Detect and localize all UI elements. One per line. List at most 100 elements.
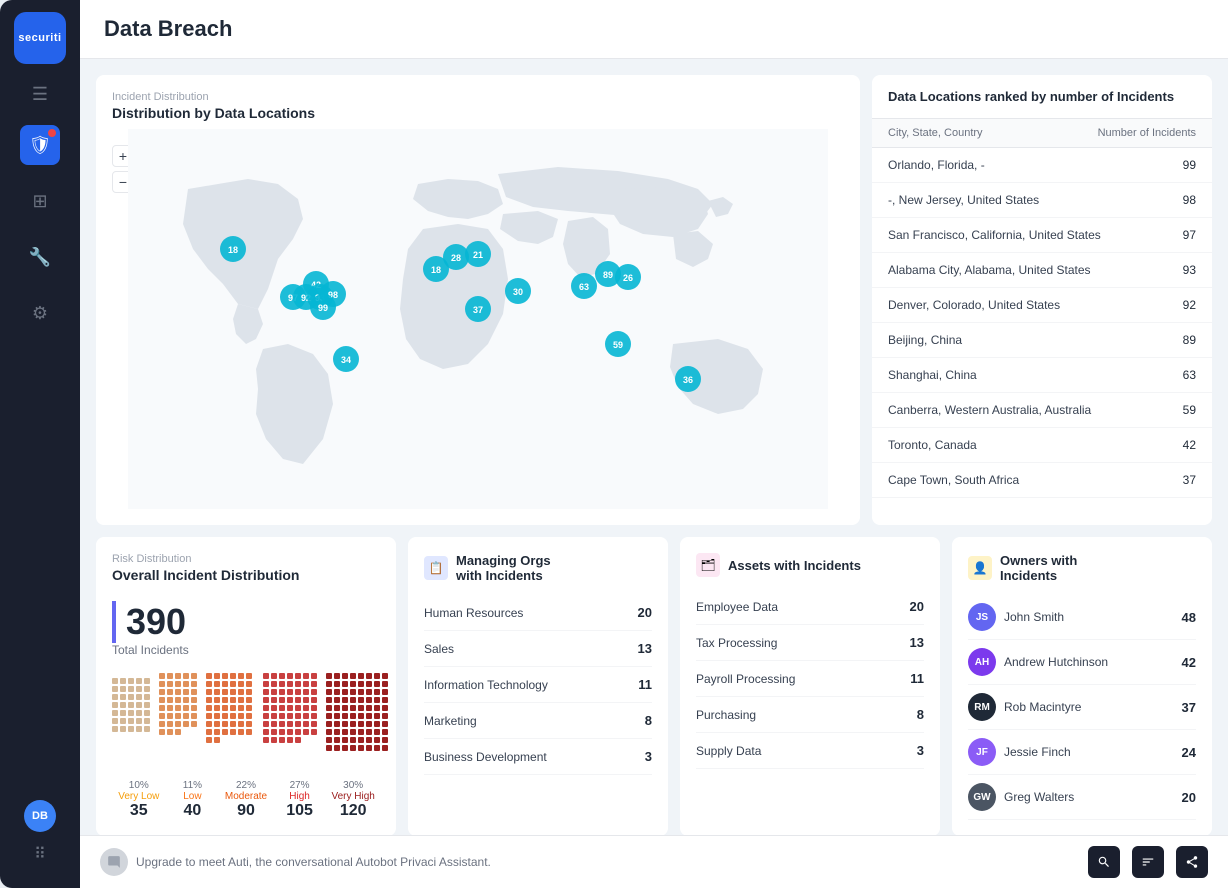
tools-icon: 🔧 [29, 247, 51, 268]
risk-card: Risk Distribution Overall Incident Distr… [96, 537, 396, 835]
nav-badge [48, 129, 56, 137]
menu-icon[interactable]: ☰ [32, 84, 48, 105]
search-button[interactable] [1088, 846, 1120, 878]
svg-text:59: 59 [613, 340, 623, 350]
map-pin-99[interactable]: 99 [310, 294, 336, 320]
sidebar-item-shield[interactable]: 🛡 [20, 125, 60, 165]
risk-label-high: 27% High 105 [273, 780, 327, 820]
risk-label-very-low: 10% Very Low 35 [112, 780, 166, 820]
shield-icon: 🛡 [29, 135, 52, 156]
list-item[interactable]: Alabama City, Alabama, United States 93 [872, 253, 1212, 288]
list-item[interactable]: Supply Data 3 [696, 733, 924, 769]
dots-low [159, 673, 203, 768]
orgs-title: Managing Orgswith Incidents [456, 553, 551, 583]
share-button[interactable] [1176, 846, 1208, 878]
owner-name: Rob Macintyre [1004, 700, 1081, 714]
owner-row[interactable]: JF Jessie Finch 24 [968, 730, 1196, 775]
map-pin-36[interactable]: 36 [675, 366, 701, 392]
owner-avatar: JS [968, 603, 996, 631]
owner-row[interactable]: GW Greg Walters 20 [968, 775, 1196, 820]
owner-row[interactable]: AH Andrew Hutchinson 42 [968, 640, 1196, 685]
list-item[interactable]: Orlando, Florida, - 99 [872, 148, 1212, 183]
owner-name: Andrew Hutchinson [1004, 655, 1108, 669]
data-locations-card: Data Locations ranked by number of Incid… [872, 75, 1212, 525]
list-item[interactable]: Cape Town, South Africa 37 [872, 463, 1212, 498]
owner-name: Greg Walters [1004, 790, 1074, 804]
owner-row[interactable]: JS John Smith 48 [968, 595, 1196, 640]
map-title: Distribution by Data Locations [112, 105, 844, 121]
user-avatar[interactable]: DB [24, 800, 56, 832]
list-item[interactable]: Business Development 3 [424, 739, 652, 775]
svg-text:34: 34 [341, 355, 351, 365]
map-pin-26[interactable]: 26 [615, 264, 641, 290]
owner-name: John Smith [1004, 610, 1064, 624]
chat-icon [100, 848, 128, 876]
list-item[interactable]: Employee Data 20 [696, 589, 924, 625]
map-container: 18 42 97 [112, 129, 844, 509]
col-city: City, State, Country [888, 127, 983, 139]
svg-text:18: 18 [228, 245, 238, 255]
chat-bubble: Upgrade to meet Auti, the conversational… [100, 848, 491, 876]
map-pin-30[interactable]: 30 [505, 278, 531, 304]
apps-icon[interactable]: ⠿ [34, 844, 46, 864]
list-item[interactable]: Purchasing 8 [696, 697, 924, 733]
risk-label-low: 11% Low 40 [166, 780, 220, 820]
settings-icon: ⚙ [32, 303, 48, 324]
list-item[interactable]: Canberra, Western Australia, Australia 5… [872, 393, 1212, 428]
list-item[interactable]: -, New Jersey, United States 98 [872, 183, 1212, 218]
sidebar: securiti ☰ 🛡 ⊞ 🔧 ⚙ DB ⠿ [0, 0, 80, 888]
map-pin-28[interactable]: 28 [443, 244, 469, 270]
list-item[interactable]: Human Resources 20 [424, 595, 652, 631]
dots-very-high [326, 673, 392, 768]
list-item[interactable]: Sales 13 [424, 631, 652, 667]
list-item[interactable]: San Francisco, California, United States… [872, 218, 1212, 253]
dots-moderate [206, 673, 260, 768]
bottom-bar: Upgrade to meet Auti, the conversational… [80, 835, 1228, 888]
sidebar-item-tools[interactable]: 🔧 [20, 237, 60, 277]
total-incidents: 390 Total Incidents [112, 601, 380, 657]
orgs-header: 📋 Managing Orgswith Incidents [424, 553, 652, 583]
top-row: Incident Distribution Distribution by Da… [96, 75, 1212, 525]
orgs-card: 📋 Managing Orgswith Incidents Human Reso… [408, 537, 668, 835]
total-number: 390 [112, 601, 189, 643]
logo-text: securiti [18, 32, 61, 44]
owner-count: 37 [1182, 700, 1196, 715]
map-pin-37[interactable]: 37 [465, 296, 491, 322]
svg-text:21: 21 [473, 250, 483, 260]
sidebar-item-settings[interactable]: ⚙ [20, 293, 60, 333]
total-label: Total Incidents [112, 643, 189, 657]
owner-row[interactable]: RM Rob Macintyre 37 [968, 685, 1196, 730]
main-content: Data Breach Incident Distribution Distri… [80, 0, 1228, 888]
svg-text:26: 26 [623, 273, 633, 283]
list-item[interactable]: Beijing, China 89 [872, 323, 1212, 358]
map-card: Incident Distribution Distribution by Da… [96, 75, 860, 525]
sidebar-item-dashboard[interactable]: ⊞ [20, 181, 60, 221]
owner-avatar: AH [968, 648, 996, 676]
dots-very-low: // Draw dots for very low (35 dots) in y… [112, 678, 156, 768]
owner-avatar: RM [968, 693, 996, 721]
list-item[interactable]: Information Technology 11 [424, 667, 652, 703]
filter-button[interactable] [1132, 846, 1164, 878]
page-title: Data Breach [104, 16, 1204, 42]
map-pin-63[interactable]: 63 [571, 273, 597, 299]
map-pin-18[interactable]: 18 [220, 236, 246, 262]
sidebar-nav: 🛡 ⊞ 🔧 ⚙ [20, 125, 60, 800]
map-pin-21[interactable]: 21 [465, 241, 491, 267]
map-pin-34[interactable]: 34 [333, 346, 359, 372]
assets-icon: 🗂 [696, 553, 720, 577]
list-item[interactable]: Shanghai, China 63 [872, 358, 1212, 393]
owners-title: Owners withIncidents [1000, 553, 1077, 583]
owner-avatar: GW [968, 783, 996, 811]
dots-high [263, 673, 323, 768]
list-item[interactable]: Denver, Colorado, United States 92 [872, 288, 1212, 323]
bottom-row: Risk Distribution Overall Incident Distr… [96, 537, 1212, 835]
list-item[interactable]: Marketing 8 [424, 703, 652, 739]
list-item[interactable]: Toronto, Canada 42 [872, 428, 1212, 463]
list-item[interactable]: Payroll Processing 11 [696, 661, 924, 697]
map-pin-59[interactable]: 59 [605, 331, 631, 357]
page-header: Data Breach [80, 0, 1228, 59]
svg-text:30: 30 [513, 287, 523, 297]
data-locations-list: Orlando, Florida, - 99 -, New Jersey, Un… [872, 148, 1212, 525]
list-item[interactable]: Tax Processing 13 [696, 625, 924, 661]
content-area: Incident Distribution Distribution by Da… [80, 59, 1228, 835]
